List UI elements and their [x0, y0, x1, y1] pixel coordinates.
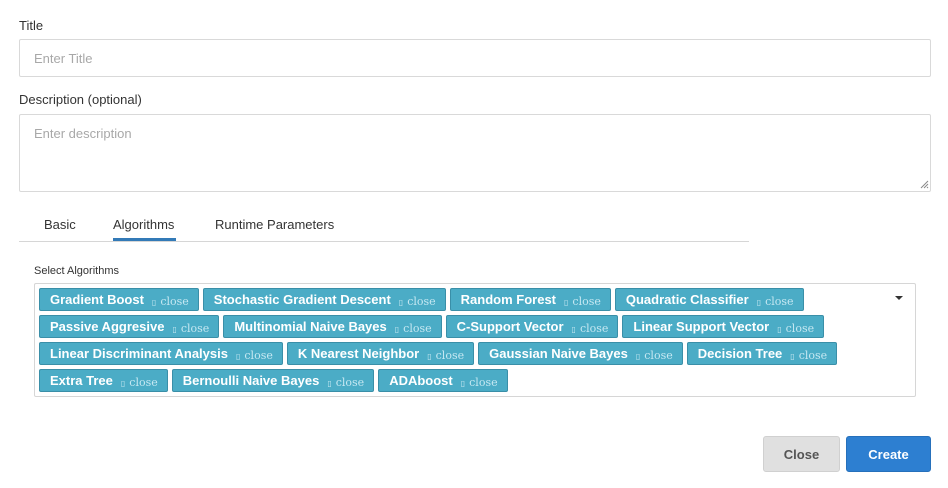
- active-tab-indicator: [113, 238, 176, 241]
- algorithm-chip: Gradient Boost ▯ close: [39, 288, 199, 311]
- algorithm-chip-label: Passive Aggresive: [50, 319, 165, 334]
- tab-basic[interactable]: Basic: [44, 217, 76, 232]
- algorithm-chip: Stochastic Gradient Descent ▯ close: [202, 288, 446, 311]
- chip-remove-button[interactable]: ▯ close: [236, 346, 273, 362]
- chip-row: Linear Discriminant Analysis ▯ close K Near…: [39, 342, 895, 365]
- close-icon: ▯: [756, 297, 762, 307]
- algorithm-chip: Quadratic Classifier ▯ close: [614, 288, 804, 311]
- algorithm-chip: Multinomial Naive Bayes ▯ close: [223, 315, 442, 338]
- selected-algorithms: Gradient Boost ▯ close Stochastic Gradient …: [39, 288, 895, 396]
- close-icon: ▯: [394, 324, 400, 334]
- algorithm-chip: C-Support Vector ▯ close: [445, 315, 619, 338]
- chip-remove-button[interactable]: ▯ close: [790, 346, 827, 362]
- create-button[interactable]: Create: [846, 436, 931, 472]
- close-icon: ▯: [327, 378, 332, 388]
- close-icon: ▯: [564, 297, 569, 307]
- algorithm-chip: Decision Tree ▯ close: [686, 342, 838, 365]
- chip-remove-button[interactable]: ▯ close: [395, 319, 432, 335]
- close-icon: ▯: [172, 324, 177, 334]
- close-icon: ▯: [235, 351, 241, 361]
- tab-runtime-parameters[interactable]: Runtime Parameters: [215, 217, 334, 232]
- close-icon: ▯: [120, 378, 126, 388]
- close-icon: ▯: [571, 324, 576, 334]
- chip-remove-button[interactable]: ▯ close: [757, 292, 794, 308]
- chip-remove-label: close: [765, 294, 794, 308]
- chip-remove-label: close: [572, 294, 601, 308]
- algorithm-chip-label: C-Support Vector: [456, 319, 564, 334]
- chip-remove-label: close: [335, 375, 365, 389]
- algorithm-chip-label: Quadratic Classifier: [625, 292, 749, 307]
- chip-row: Passive Aggresive ▯ close Multinomial Naive…: [39, 315, 895, 338]
- chip-remove-label: close: [644, 348, 673, 362]
- algorithm-chip-label: Linear Support Vector: [633, 319, 770, 334]
- chip-remove-button[interactable]: ▯ close: [399, 292, 436, 308]
- tab-algorithms[interactable]: Algorithms: [113, 217, 174, 232]
- resize-grip-icon[interactable]: [920, 180, 929, 189]
- close-icon: ▯: [151, 297, 157, 307]
- chip-remove-button[interactable]: ▯ close: [572, 319, 609, 335]
- dropdown-caret-icon[interactable]: [895, 296, 903, 300]
- chip-remove-button[interactable]: ▯ close: [461, 373, 498, 389]
- chip-remove-button[interactable]: ▯ close: [564, 292, 601, 308]
- title-input[interactable]: [19, 39, 931, 77]
- chip-row: Gradient Boost ▯ close Stochastic Gradient …: [39, 288, 895, 311]
- chip-remove-button[interactable]: ▯ close: [777, 319, 814, 335]
- close-button[interactable]: Close: [763, 436, 840, 472]
- algorithm-chip-label: Decision Tree: [697, 346, 783, 361]
- close-icon: ▯: [427, 351, 432, 361]
- chip-remove-label: close: [469, 375, 498, 389]
- chip-remove-label: close: [798, 348, 828, 362]
- tab-bar: Basic Algorithms Runtime Parameters: [19, 208, 749, 242]
- algorithm-chip-label: Stochastic Gradient Descent: [213, 292, 391, 307]
- close-icon: ▯: [460, 378, 466, 388]
- algorithm-chip-label: Gaussian Naive Bayes: [489, 346, 628, 361]
- algorithm-chip: K Nearest Neighbor ▯ close: [286, 342, 475, 365]
- chip-remove-label: close: [180, 321, 210, 335]
- algorithm-chip: Linear Support Vector ▯ close: [622, 315, 825, 338]
- chip-remove-label: close: [435, 348, 465, 362]
- algorithm-chip-label: Multinomial Naive Bayes: [234, 319, 387, 334]
- chip-remove-button[interactable]: ▯ close: [327, 373, 364, 389]
- algorithms-multiselect[interactable]: Gradient Boost ▯ close Stochastic Gradient …: [34, 283, 916, 397]
- chip-remove-label: close: [403, 321, 432, 335]
- algorithm-chip-label: Extra Tree: [50, 373, 113, 388]
- chip-remove-label: close: [129, 375, 158, 389]
- chip-remove-label: close: [160, 294, 189, 308]
- chip-remove-label: close: [407, 294, 436, 308]
- chip-remove-button[interactable]: ▯ close: [152, 292, 189, 308]
- select-algorithms-label: Select Algorithms: [34, 265, 119, 277]
- algorithm-chip-label: Random Forest: [460, 292, 556, 307]
- algorithm-chip-label: Linear Discriminant Analysis: [50, 346, 228, 361]
- algorithm-chip-label: Bernoulli Naive Bayes: [182, 373, 320, 388]
- chip-remove-button[interactable]: ▯ close: [636, 346, 673, 362]
- algorithm-chip-label: K Nearest Neighbor: [297, 346, 420, 361]
- close-icon: ▯: [398, 297, 404, 307]
- algorithm-chip: Random Forest ▯ close: [449, 288, 611, 311]
- chip-remove-button[interactable]: ▯ close: [121, 373, 158, 389]
- chip-remove-button[interactable]: ▯ close: [172, 319, 209, 335]
- close-icon: ▯: [790, 351, 795, 361]
- algorithm-chip: Linear Discriminant Analysis ▯ close: [39, 342, 283, 365]
- algorithm-chip: Passive Aggresive ▯ close: [39, 315, 220, 338]
- chip-remove-label: close: [785, 321, 815, 335]
- algorithm-chip-label: ADAboost: [389, 373, 453, 388]
- chip-remove-button[interactable]: ▯ close: [427, 346, 464, 362]
- description-input[interactable]: [19, 114, 931, 192]
- algorithm-chip: Gaussian Naive Bayes ▯ close: [478, 342, 683, 365]
- chip-row: Extra Tree ▯ close Bernoulli Naive Bayes ▯ cl…: [39, 369, 895, 392]
- close-icon: ▯: [635, 351, 641, 361]
- algorithm-chip: Bernoulli Naive Bayes ▯ close: [171, 369, 375, 392]
- algorithm-chip: ADAboost ▯ close: [378, 369, 508, 392]
- close-icon: ▯: [777, 324, 782, 334]
- description-label: Description (optional): [19, 92, 142, 107]
- algorithm-chip: Extra Tree ▯ close: [39, 369, 168, 392]
- algorithm-chip-label: Gradient Boost: [50, 292, 144, 307]
- chip-remove-label: close: [579, 321, 609, 335]
- title-label: Title: [19, 18, 44, 33]
- chip-remove-label: close: [244, 348, 273, 362]
